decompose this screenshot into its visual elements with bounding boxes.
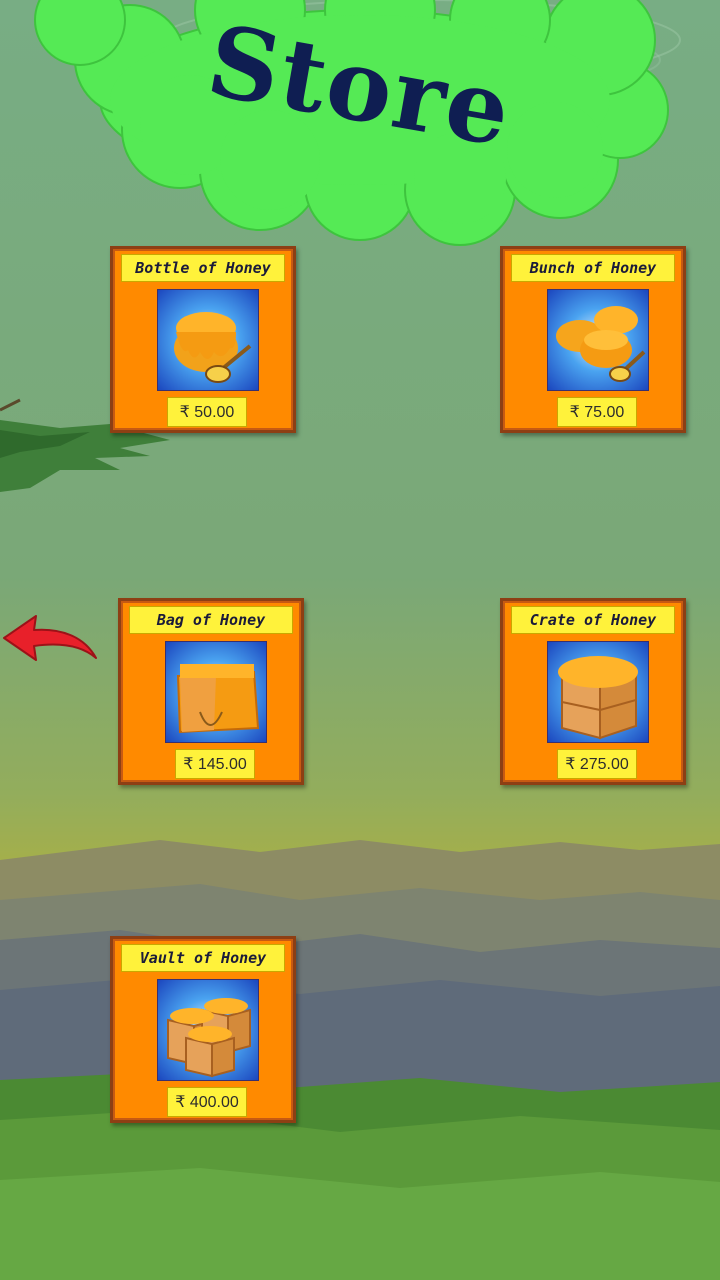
item-title: Bag of Honey (129, 606, 293, 634)
store-title-banner: Store (0, 0, 720, 250)
store-item-bunch-of-honey[interactable]: Bunch of Honey ₹ 75.00 (500, 246, 686, 433)
item-title: Bunch of Honey (511, 254, 675, 282)
store-item-crate-of-honey[interactable]: Crate of Honey ₹ 275.00 (500, 598, 686, 785)
honey-bunch-icon (547, 289, 649, 391)
store-item-vault-of-honey[interactable]: Vault of Honey ₹ 400.00 (110, 936, 296, 1123)
honey-crate-icon (547, 641, 649, 743)
item-price: ₹ 75.00 (557, 397, 637, 427)
item-title: Crate of Honey (511, 606, 675, 634)
store-item-bag-of-honey[interactable]: Bag of Honey ₹ 145.00 (118, 598, 304, 785)
item-price: ₹ 275.00 (557, 749, 637, 779)
back-arrow-icon (3, 615, 97, 661)
item-price: ₹ 145.00 (175, 749, 255, 779)
item-title: Bottle of Honey (121, 254, 285, 282)
honey-bottle-icon (157, 289, 259, 391)
store-item-bottle-of-honey[interactable]: Bottle of Honey ₹ 50.00 (110, 246, 296, 433)
item-price: ₹ 400.00 (167, 1087, 247, 1117)
item-price: ₹ 50.00 (167, 397, 247, 427)
honey-vault-icon (157, 979, 259, 1081)
back-button[interactable] (2, 612, 98, 668)
item-title: Vault of Honey (121, 944, 285, 972)
honey-bag-icon (165, 641, 267, 743)
